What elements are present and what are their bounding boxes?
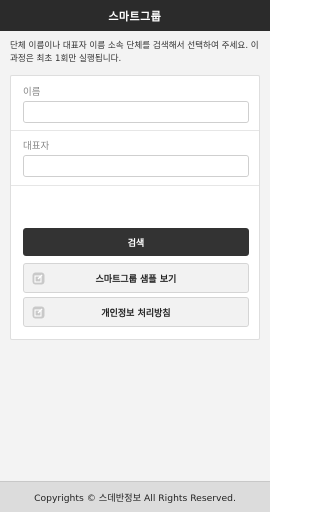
- intro-text: 단체 이름이나 대표자 이름 소속 단체를 검색해서 선택하여 주세요. 이 과…: [10, 41, 259, 64]
- representative-input[interactable]: [23, 155, 249, 177]
- divider: [11, 130, 259, 131]
- representative-label: 대표자: [23, 141, 50, 152]
- app-title: 스마트그룹: [108, 9, 162, 23]
- app-bar: 스마트그룹: [0, 0, 270, 31]
- search-button[interactable]: 검색: [23, 228, 249, 256]
- privacy-policy-button[interactable]: 개인정보 처리방침: [23, 297, 249, 327]
- main-content: 단체 이름이나 대표자 이름 소속 단체를 검색해서 선택하여 주세요. 이 과…: [0, 31, 270, 481]
- edit-icon: [32, 306, 45, 319]
- name-label: 이름: [23, 87, 41, 98]
- sample-view-label: 스마트그룹 샘플 보기: [95, 274, 177, 285]
- search-form-card: 이름 대표자 검색 스마트그룹 샘플 보기 개인정보 처리방침: [10, 75, 260, 340]
- edit-icon: [32, 272, 45, 285]
- copyright-text: Copyrights © 스데반정보 All Rights Reserved.: [34, 493, 236, 504]
- privacy-policy-label: 개인정보 처리방침: [101, 308, 171, 319]
- name-input[interactable]: [23, 101, 249, 123]
- sample-view-button[interactable]: 스마트그룹 샘플 보기: [23, 263, 249, 293]
- footer: Copyrights © 스데반정보 All Rights Reserved.: [0, 481, 270, 512]
- divider: [11, 185, 259, 186]
- search-button-label: 검색: [127, 238, 145, 249]
